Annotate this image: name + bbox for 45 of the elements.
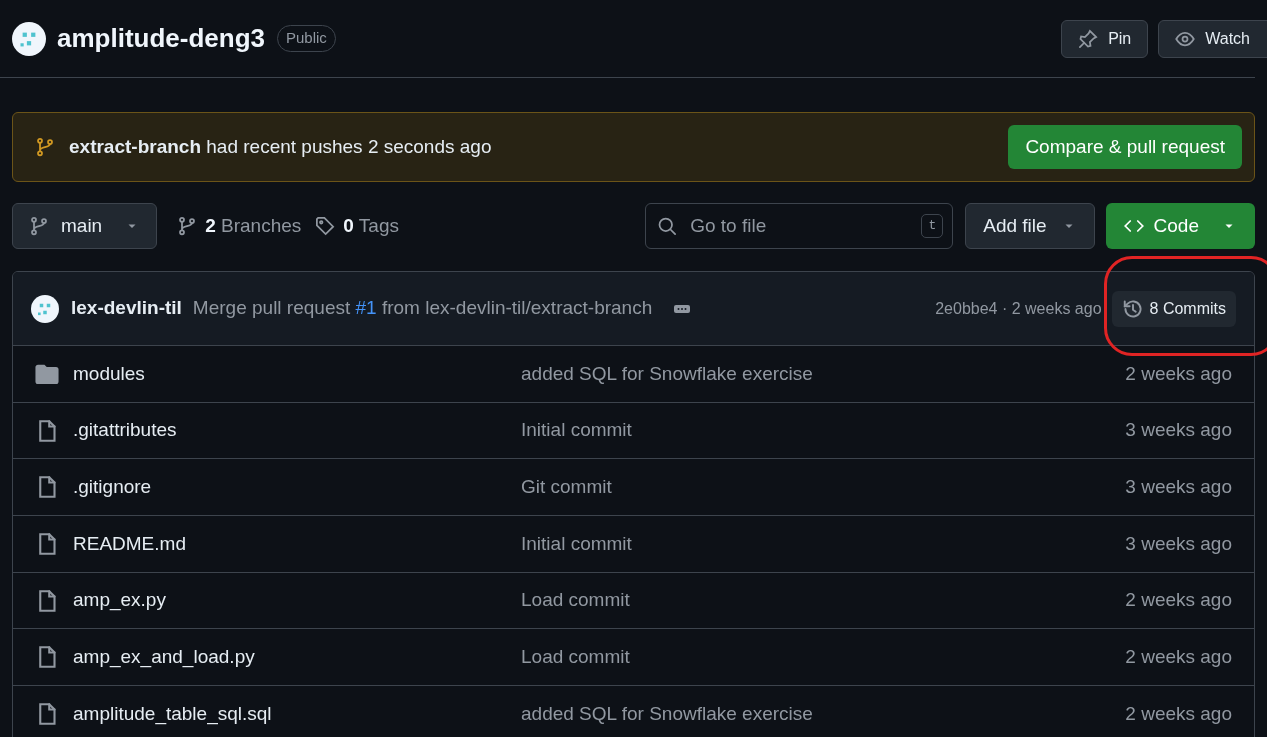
commit-time: 2 weeks ago	[1125, 588, 1232, 613]
commit-time: 2 weeks ago	[1125, 702, 1232, 727]
watch-button[interactable]: Watch	[1158, 19, 1267, 58]
repo-name[interactable]: amplitude-deng3	[57, 19, 265, 58]
commit-link[interactable]: added SQL for Snowflake exercise	[521, 700, 813, 729]
avatar-icon	[31, 294, 59, 323]
commit-link[interactable]: Initial commit	[521, 529, 632, 559]
branch-icon	[29, 216, 49, 236]
file-link[interactable]: amp_ex.py	[73, 586, 521, 615]
commit-link[interactable]: Load commit	[521, 643, 630, 672]
file-link[interactable]: amplitude_table_sql.sql	[73, 700, 521, 729]
commit-link[interactable]: added SQL for Snowflake exercise	[521, 359, 813, 389]
branch-icon	[177, 216, 198, 236]
pin-icon	[1078, 28, 1099, 49]
commits-button[interactable]: 8 Commits	[1111, 290, 1236, 327]
commit-time: 3 weeks ago	[1125, 474, 1232, 499]
commit-time: 2 weeks ago	[1125, 361, 1232, 386]
commit-link[interactable]: Initial commit	[521, 416, 632, 445]
branch-icon	[35, 137, 55, 157]
branches-link[interactable]: 2 Branches	[177, 211, 302, 241]
pin-button[interactable]: Pin	[1061, 19, 1149, 58]
file-link[interactable]: .gitignore	[73, 472, 521, 502]
branch-selector[interactable]: main	[12, 203, 158, 249]
file-link[interactable]: README.md	[73, 529, 521, 559]
code-button[interactable]: Code	[1105, 203, 1255, 249]
commit-author[interactable]: lex-devlin-til	[71, 294, 182, 323]
commit-time: 3 weeks ago	[1125, 531, 1232, 556]
compare-pull-request-button[interactable]: Compare & pull request	[1008, 125, 1242, 169]
tag-icon	[315, 216, 336, 236]
commit-link[interactable]: Git commit	[521, 472, 612, 502]
tags-link[interactable]: 0 Tags	[315, 211, 399, 241]
file-link[interactable]: amp_ex_and_load.py	[73, 643, 521, 672]
file-link[interactable]: .gitattributes	[73, 416, 521, 445]
commit-time: 2 weeks ago	[1125, 645, 1232, 670]
folder-link[interactable]: modules	[73, 359, 521, 389]
add-file-button[interactable]: Add file	[965, 203, 1095, 249]
commit-sha-time: 2e0bbe4 · 2 weeks ago	[935, 298, 1102, 319]
push-message: extract-branch had recent pushes 2 seconds ago	[69, 134, 492, 159]
shortcut-key: t	[921, 214, 944, 238]
search-icon	[657, 216, 678, 236]
commit-time: 3 weeks ago	[1125, 418, 1232, 443]
commit-link[interactable]: Load commit	[521, 586, 630, 615]
avatar-icon	[12, 21, 46, 56]
commit-message[interactable]: Merge pull request #1 from lex-devlin-til/extract-branch	[192, 294, 653, 323]
history-icon	[1121, 297, 1144, 320]
